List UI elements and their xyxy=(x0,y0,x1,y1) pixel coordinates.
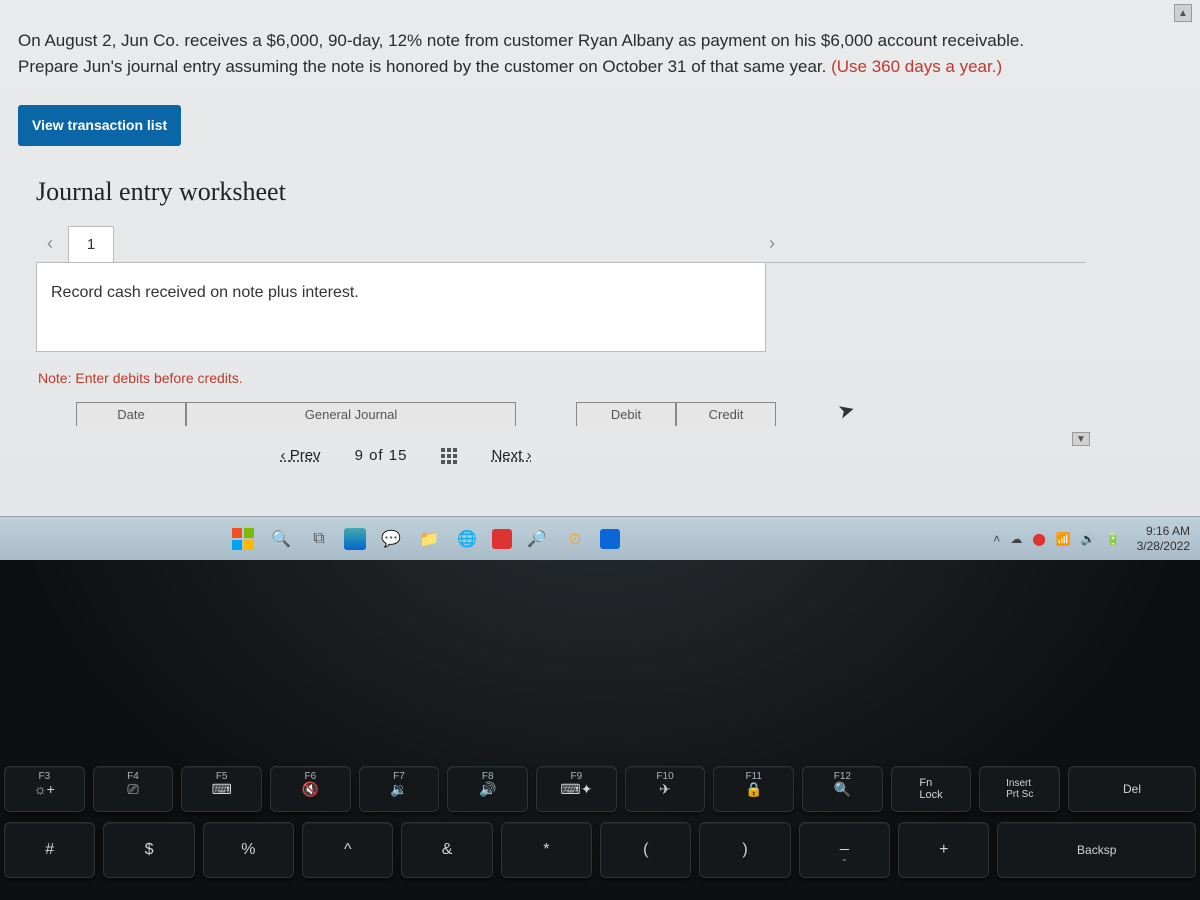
journal-table-header: Date General Journal Debit Credit xyxy=(76,402,776,426)
key-)[interactable]: ) xyxy=(699,822,790,878)
col-debit: Debit xyxy=(576,402,676,426)
worksheet-page-tab[interactable]: 1 xyxy=(68,226,114,262)
key-f10[interactable]: F10✈ xyxy=(625,766,706,812)
app-icon-3[interactable]: 🔎 xyxy=(524,526,550,552)
key-del[interactable]: Del xyxy=(1068,766,1196,812)
onedrive-icon[interactable]: ☁ xyxy=(1010,532,1022,546)
file-explorer-icon[interactable]: 📁 xyxy=(416,526,442,552)
worksheet-title: Journal entry worksheet xyxy=(36,172,1086,212)
search-icon[interactable]: 🔍 xyxy=(268,526,294,552)
problem-line-2-text: Prepare Jun's journal entry assuming the… xyxy=(18,57,831,76)
prev-label: Prev xyxy=(290,447,321,464)
key-f4[interactable]: F4⎚ xyxy=(93,766,174,812)
key-$[interactable]: $ xyxy=(103,822,194,878)
scroll-up-button[interactable]: ▲ xyxy=(1174,4,1192,22)
security-icon[interactable]: ⬤ xyxy=(1032,532,1045,546)
col-credit: Credit xyxy=(676,402,776,426)
worksheet-next-page[interactable]: › xyxy=(758,226,786,262)
worksheet-prev-page[interactable]: ‹ xyxy=(36,226,64,262)
key-fn-lock[interactable]: FnLock xyxy=(891,766,972,812)
app-icon-2[interactable] xyxy=(492,529,512,549)
windows-taskbar: 🔍 ⧉ 💬 📁 🌐 🔎 ⊙ ˄ ☁ ⬤ 📶 🔊 🔋 9:16 AM 3/28/2… xyxy=(0,516,1200,560)
key-f11[interactable]: F11🔒 xyxy=(713,766,794,812)
chat-icon[interactable]: 💬 xyxy=(378,526,404,552)
laptop-body: F3☼+F4⎚F5⌨F6🔇F7🔉F8🔊F9⌨✦F10✈F11🔒F12🔍FnLoc… xyxy=(0,560,1200,900)
problem-line-2: Prepare Jun's journal entry assuming the… xyxy=(18,54,1182,80)
key-f7[interactable]: F7🔉 xyxy=(359,766,440,812)
app-icon-4[interactable]: ⊙ xyxy=(562,526,588,552)
scroll-down-button[interactable]: ▼ xyxy=(1072,432,1090,446)
problem-line-1: On August 2, Jun Co. receives a $6,000, … xyxy=(18,28,1182,54)
key-%[interactable]: % xyxy=(203,822,294,878)
key-f12[interactable]: F12🔍 xyxy=(802,766,883,812)
next-button[interactable]: Next › xyxy=(491,444,531,467)
grid-view-icon[interactable] xyxy=(441,448,457,464)
clock-date: 3/28/2022 xyxy=(1137,539,1190,553)
task-view-icon[interactable]: ⧉ xyxy=(306,526,332,552)
app-icon-1[interactable] xyxy=(344,528,366,550)
prev-button[interactable]: ‹ Prev xyxy=(281,444,321,467)
start-menu-icon[interactable] xyxy=(230,526,256,552)
system-clock[interactable]: 9:16 AM 3/28/2022 xyxy=(1137,524,1190,553)
worksheet-instruction: Record cash received on note plus intere… xyxy=(36,263,766,353)
key-insert-prt-sc[interactable]: InsertPrt Sc xyxy=(979,766,1060,812)
key-f3[interactable]: F3☼+ xyxy=(4,766,85,812)
battery-icon[interactable]: 🔋 xyxy=(1106,532,1121,546)
edge-icon[interactable]: 🌐 xyxy=(454,526,480,552)
key-f8[interactable]: F8🔊 xyxy=(447,766,528,812)
wifi-icon[interactable]: 📶 xyxy=(1056,532,1071,546)
key-#[interactable]: # xyxy=(4,822,95,878)
key-*[interactable]: * xyxy=(501,822,592,878)
col-date: Date xyxy=(76,402,186,426)
keyboard: F3☼+F4⎚F5⌨F6🔇F7🔉F8🔊F9⌨✦F10✈F11🔒F12🔍FnLoc… xyxy=(0,760,1200,900)
next-label: Next xyxy=(491,447,522,464)
key-_[interactable]: _- xyxy=(799,822,890,878)
key-^[interactable]: ^ xyxy=(302,822,393,878)
volume-icon[interactable]: 🔊 xyxy=(1081,532,1096,546)
view-transaction-list-button[interactable]: View transaction list xyxy=(18,105,181,147)
clock-time: 9:16 AM xyxy=(1137,524,1190,538)
tray-chevron-icon[interactable]: ˄ xyxy=(993,532,1000,546)
key-&[interactable]: & xyxy=(401,822,492,878)
page-count: 9 of 15 xyxy=(355,444,408,467)
key-f6[interactable]: F6🔇 xyxy=(270,766,351,812)
key-f9[interactable]: F9⌨✦ xyxy=(536,766,617,812)
key-([interactable]: ( xyxy=(600,822,691,878)
key-f5[interactable]: F5⌨ xyxy=(181,766,262,812)
worksheet-note: Note: Enter debits before credits. xyxy=(36,364,1086,400)
problem-line-2-hint: (Use 360 days a year.) xyxy=(831,57,1002,76)
settings-icon[interactable] xyxy=(600,529,620,549)
key-+[interactable]: + xyxy=(898,822,989,878)
col-general-journal: General Journal xyxy=(186,402,516,426)
key-Backsp[interactable]: Backsp xyxy=(997,822,1196,878)
